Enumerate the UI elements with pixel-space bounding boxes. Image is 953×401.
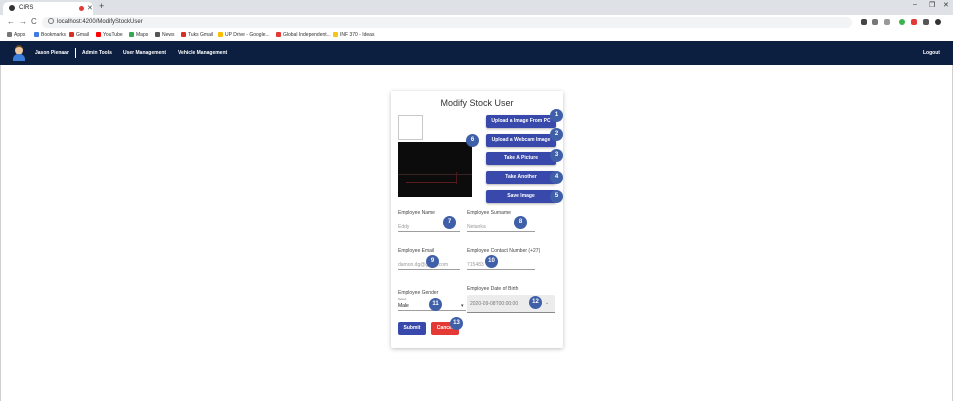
annotation-badge: 13 (450, 317, 463, 330)
broken-image-placeholder (398, 115, 423, 140)
employee-name-input[interactable]: Eddy (398, 224, 409, 230)
take-picture-button[interactable]: Take A Picture (486, 152, 556, 165)
gender-select[interactable]: Male (398, 303, 409, 309)
nav-vehicle-management[interactable]: Vehicle Management (178, 50, 227, 56)
url-text: localhost:4200/ModifyStockUser (57, 19, 143, 25)
save-image-button[interactable]: Save Image (486, 190, 556, 203)
bookmarks-bar: Apps Bookmarks Gmail YouTube Maps News T… (0, 30, 953, 41)
new-tab-button[interactable]: + (99, 1, 104, 11)
puzzle-icon[interactable] (923, 19, 929, 25)
bookmark-global-independent[interactable]: Global Independent... (276, 30, 331, 41)
site-info-icon[interactable] (48, 18, 54, 25)
forward-button[interactable]: → (19, 17, 27, 26)
close-window-button[interactable]: ✕ (943, 1, 949, 9)
reload-button[interactable]: C (31, 17, 37, 26)
bookmark-up-drive[interactable]: UP Drive - Google... (218, 30, 270, 41)
bookmark-tuks-gmail[interactable]: Tuks Gmail (181, 30, 213, 41)
employee-name-underline (398, 231, 460, 232)
nav-user-name: Jason Pienaar (35, 50, 69, 56)
bookmark-gmail[interactable]: Gmail (69, 30, 89, 41)
employee-dob-label: Employee Date of Birth (467, 286, 519, 292)
take-another-button[interactable]: Take Another (486, 171, 556, 184)
dob-input[interactable]: 2020-09-08T00:00:00 (470, 301, 518, 307)
camera-icon[interactable] (861, 19, 867, 25)
gender-select-hint: Select (398, 297, 407, 301)
employee-contact-underline (467, 269, 535, 270)
logout-link[interactable]: Logout (923, 50, 940, 56)
annotation-badge: 5 (550, 190, 563, 203)
user-avatar (13, 45, 25, 61)
tab-close-icon[interactable]: ✕ (87, 2, 93, 15)
annotation-badge: 11 (429, 298, 442, 311)
restore-button[interactable]: ❐ (929, 1, 935, 9)
employee-email-label: Employee Email (398, 248, 435, 254)
annotation-badge: 8 (514, 216, 527, 229)
annotation-badge: 2 (550, 128, 563, 141)
annotation-badge: 9 (426, 255, 439, 268)
employee-email-input[interactable]: damon.dg@gmail.com (398, 262, 448, 268)
page-title: Modify Stock User (440, 98, 514, 108)
bookmark-news[interactable]: News (155, 30, 175, 41)
extension-green-icon[interactable] (899, 19, 905, 25)
submit-button[interactable]: Submit (398, 322, 426, 335)
annotation-badge: 6 (466, 134, 479, 147)
back-button[interactable]: ← (7, 17, 15, 26)
employee-email-underline (398, 269, 460, 270)
chevron-down-icon[interactable]: ▾ (461, 303, 464, 309)
bookmark-inf370[interactable]: INF 370 - Ideas (333, 30, 374, 41)
upload-from-pc-button[interactable]: Upload a Image From PC (486, 115, 556, 128)
employee-surname-input[interactable]: Netanka (467, 224, 486, 230)
key-icon[interactable] (872, 19, 878, 25)
nav-user-management[interactable]: User Management (123, 50, 166, 56)
nav-divider (75, 48, 76, 58)
employee-surname-underline (467, 231, 535, 232)
employee-contact-input[interactable]: 715483 (467, 262, 484, 268)
recording-icon (79, 6, 84, 11)
employee-gender-label: Employee Gender (398, 290, 439, 296)
extension-red-icon[interactable] (911, 19, 917, 25)
browser-tab-bar: CIRS ✕ + – ❐ ✕ (0, 0, 953, 15)
annotation-badge: 10 (485, 255, 498, 268)
calendar-chevron-icon[interactable]: ⌄ (545, 300, 549, 306)
employee-surname-label: Employee Surname (467, 210, 511, 216)
star-icon[interactable] (884, 19, 890, 25)
profile-avatar-icon[interactable] (935, 19, 941, 25)
tab-favicon-icon (9, 5, 15, 11)
webcam-preview (398, 142, 472, 197)
nav-admin-tools[interactable]: Admin Tools (82, 50, 112, 56)
upload-webcam-button[interactable]: Upload a Webcam Image (486, 134, 556, 147)
browser-tab[interactable]: CIRS ✕ (3, 2, 93, 15)
annotation-badge: 1 (550, 109, 563, 122)
tab-title: CIRS (19, 5, 34, 11)
minimize-button[interactable]: – (913, 1, 917, 8)
employee-contact-label: Employee Contact Number (+27) (467, 248, 541, 254)
bookmark-maps[interactable]: Maps (129, 30, 148, 41)
bookmark-bookmarks[interactable]: Bookmarks (34, 30, 66, 41)
app-navbar: Jason Pienaar Admin Tools User Managemen… (0, 41, 953, 65)
annotation-badge: 4 (550, 171, 563, 184)
annotation-badge: 7 (443, 216, 456, 229)
url-field[interactable]: localhost:4200/ModifyStockUser (42, 17, 852, 28)
bookmark-apps[interactable]: Apps (7, 30, 25, 41)
address-bar-row: ← → C localhost:4200/ModifyStockUser (0, 15, 953, 31)
bookmark-youtube[interactable]: YouTube (96, 30, 123, 41)
annotation-badge: 3 (550, 149, 563, 162)
annotation-badge: 12 (529, 296, 542, 309)
modify-stock-user-card: Modify Stock User Upload a Image From PC… (391, 91, 563, 348)
employee-name-label: Employee Name (398, 210, 435, 216)
